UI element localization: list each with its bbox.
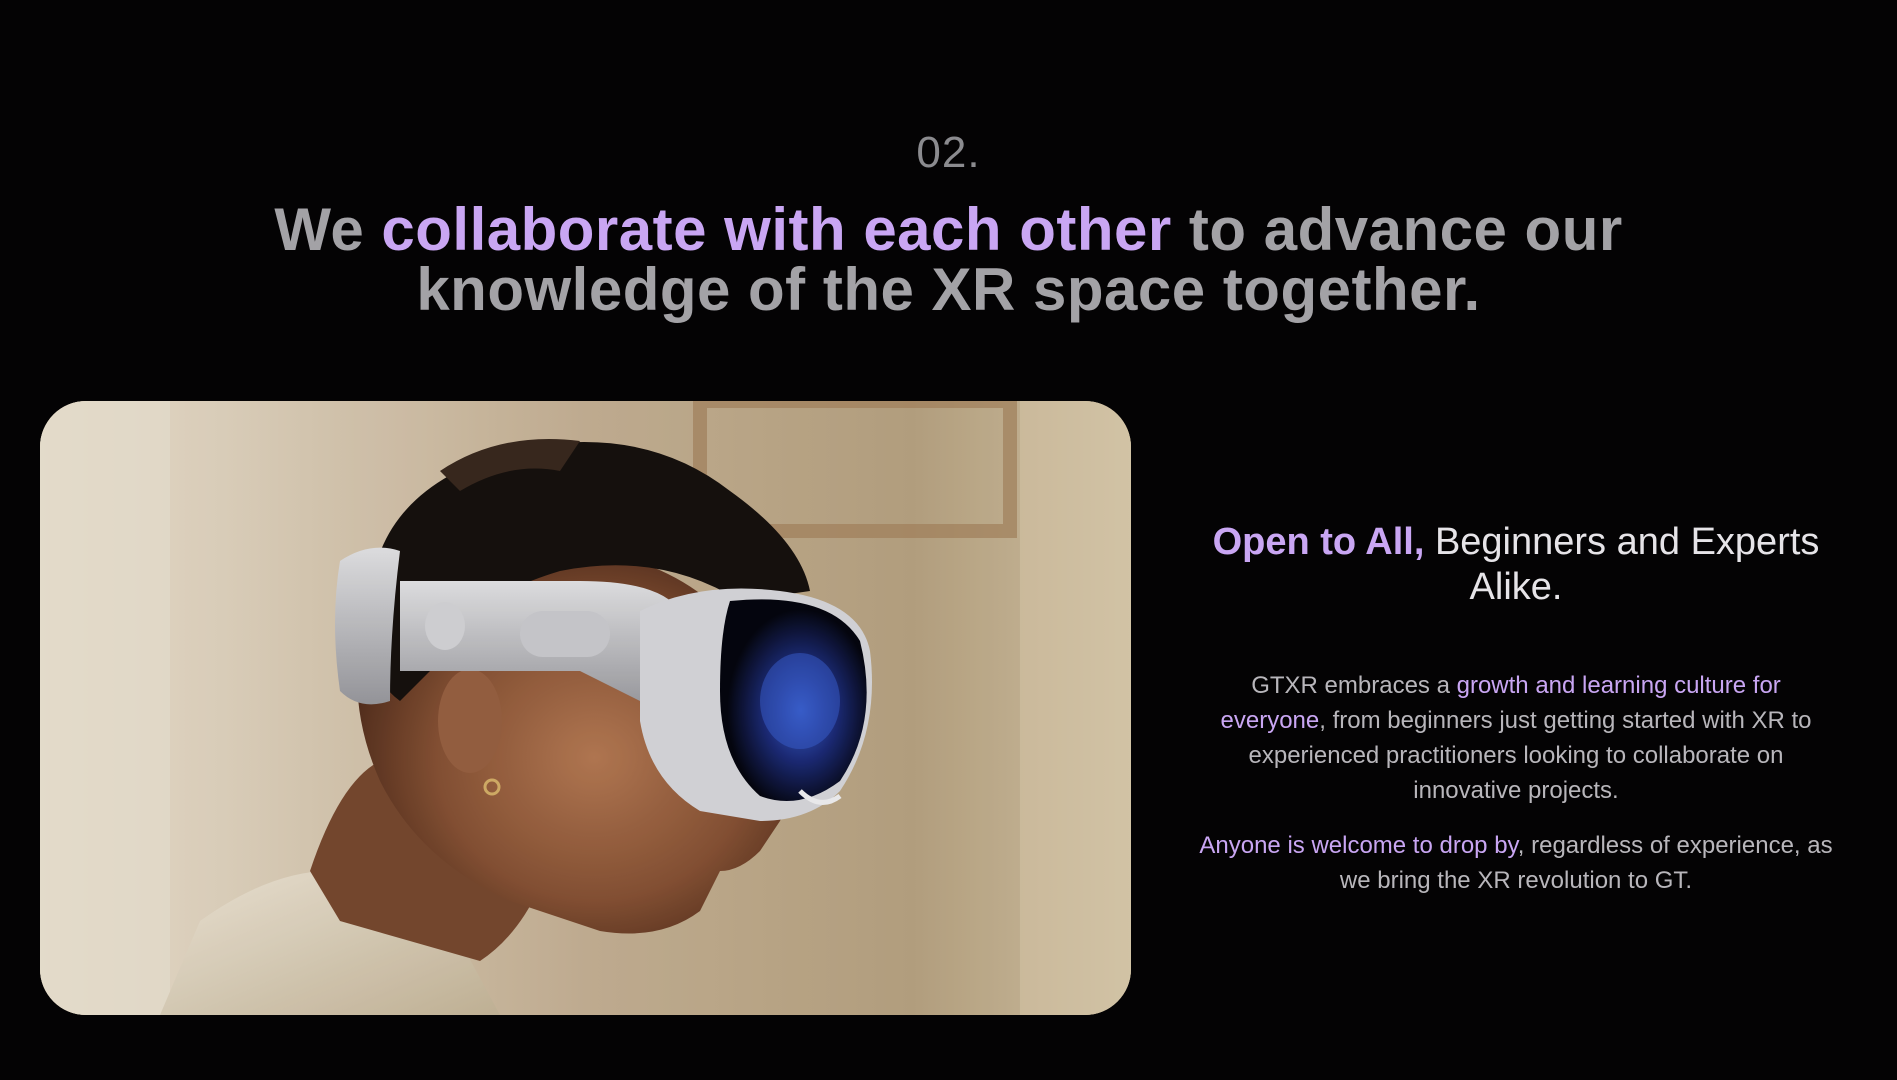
xr-headset-photo (40, 401, 1131, 1015)
para2-accent: Anyone is welcome to drop by (1199, 832, 1518, 859)
side-title-rest: Beginners and Experts Alike. (1424, 521, 1820, 608)
side-title-accent: Open to All, (1212, 521, 1425, 563)
para1-start: GTXR embraces a (1251, 672, 1457, 699)
para1-end: , from beginners just getting started wi… (1248, 707, 1812, 804)
page: 02. We collaborate with each other to ad… (0, 0, 1897, 1080)
side-paragraph-2: Anyone is welcome to drop by, regardless… (1196, 828, 1836, 898)
headline-accent: collaborate with each other (381, 196, 1172, 263)
side-title: Open to All, Beginners and Experts Alike… (1196, 520, 1836, 610)
section-headline: We collaborate with each other to advanc… (240, 200, 1657, 320)
section-number: 02. (916, 128, 981, 177)
headline-part-1: We (274, 196, 382, 263)
side-paragraph-1: GTXR embraces a growth and learning cult… (1196, 668, 1836, 808)
